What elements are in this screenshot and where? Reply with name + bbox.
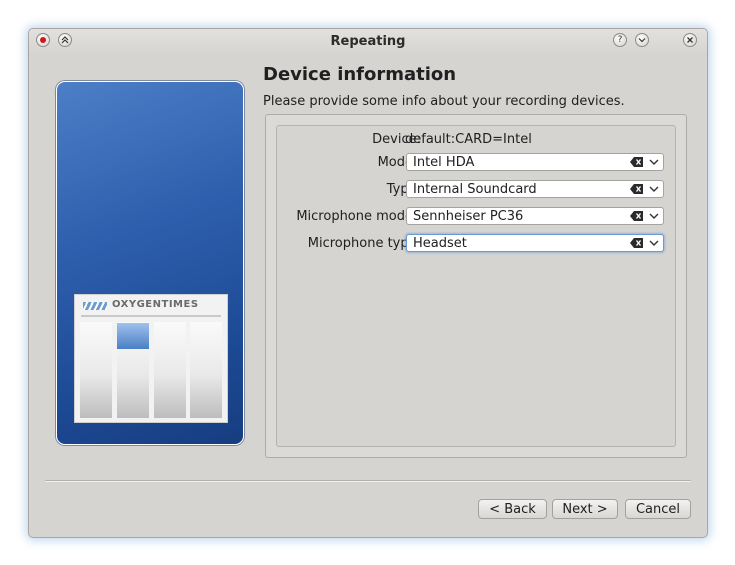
chevron-down-icon[interactable] <box>649 239 659 247</box>
device-value: default:CARD=Intel <box>405 132 532 147</box>
chevron-down-icon <box>638 38 646 43</box>
next-button[interactable]: Next > <box>552 499 618 519</box>
model-combobox-text[interactable]: Intel HDA <box>413 155 474 170</box>
type-combobox[interactable]: Internal Soundcard <box>406 180 664 198</box>
microphone-type-combobox-text[interactable]: Headset <box>413 236 467 251</box>
chevron-down-icon[interactable] <box>649 158 659 166</box>
back-button[interactable]: < Back <box>478 499 547 519</box>
microphone-model-label: Microphone model: <box>296 209 421 224</box>
newspaper-stripes <box>83 302 107 310</box>
newspaper-illustration: OXYGENTIMES <box>74 294 228 423</box>
chevron-down-icon[interactable] <box>649 212 659 220</box>
window-title: Repeating <box>330 34 406 49</box>
page-subtitle: Please provide some info about your reco… <box>263 94 625 109</box>
help-icon: ? <box>617 34 623 45</box>
close-button[interactable] <box>683 33 697 47</box>
microphone-model-combobox[interactable]: Sennheiser PC36 <box>406 207 664 225</box>
clear-text-icon[interactable] <box>630 238 643 248</box>
title-bar[interactable]: Repeating ? <box>29 29 707 55</box>
wizard-window: Repeating ? OXYGENTIMES Device informati… <box>28 28 708 538</box>
minimize-button[interactable] <box>635 33 649 47</box>
form-group-box <box>276 125 676 447</box>
newspaper-rule <box>81 315 221 317</box>
close-icon <box>687 37 693 43</box>
button-separator <box>45 480 691 482</box>
type-combobox-text[interactable]: Internal Soundcard <box>413 182 537 197</box>
newspaper-column <box>154 322 186 418</box>
model-combobox[interactable]: Intel HDA <box>406 153 664 171</box>
cancel-button[interactable]: Cancel <box>625 499 691 519</box>
help-button[interactable]: ? <box>613 33 627 47</box>
newspaper-title: OXYGENTIMES <box>112 299 199 310</box>
newspaper-photo <box>117 323 149 349</box>
newspaper-column <box>190 322 222 418</box>
microphone-type-combobox[interactable]: Headset <box>406 234 664 252</box>
microphone-type-label: Microphone type: <box>307 236 421 251</box>
wizard-side-image: OXYGENTIMES <box>56 81 244 445</box>
clear-text-icon[interactable] <box>630 157 643 167</box>
clear-text-icon[interactable] <box>630 211 643 221</box>
page-title: Device information <box>263 64 457 85</box>
newspaper-column <box>80 322 112 418</box>
microphone-model-combobox-text[interactable]: Sennheiser PC36 <box>413 209 523 224</box>
chevron-down-icon[interactable] <box>649 185 659 193</box>
clear-text-icon[interactable] <box>630 184 643 194</box>
